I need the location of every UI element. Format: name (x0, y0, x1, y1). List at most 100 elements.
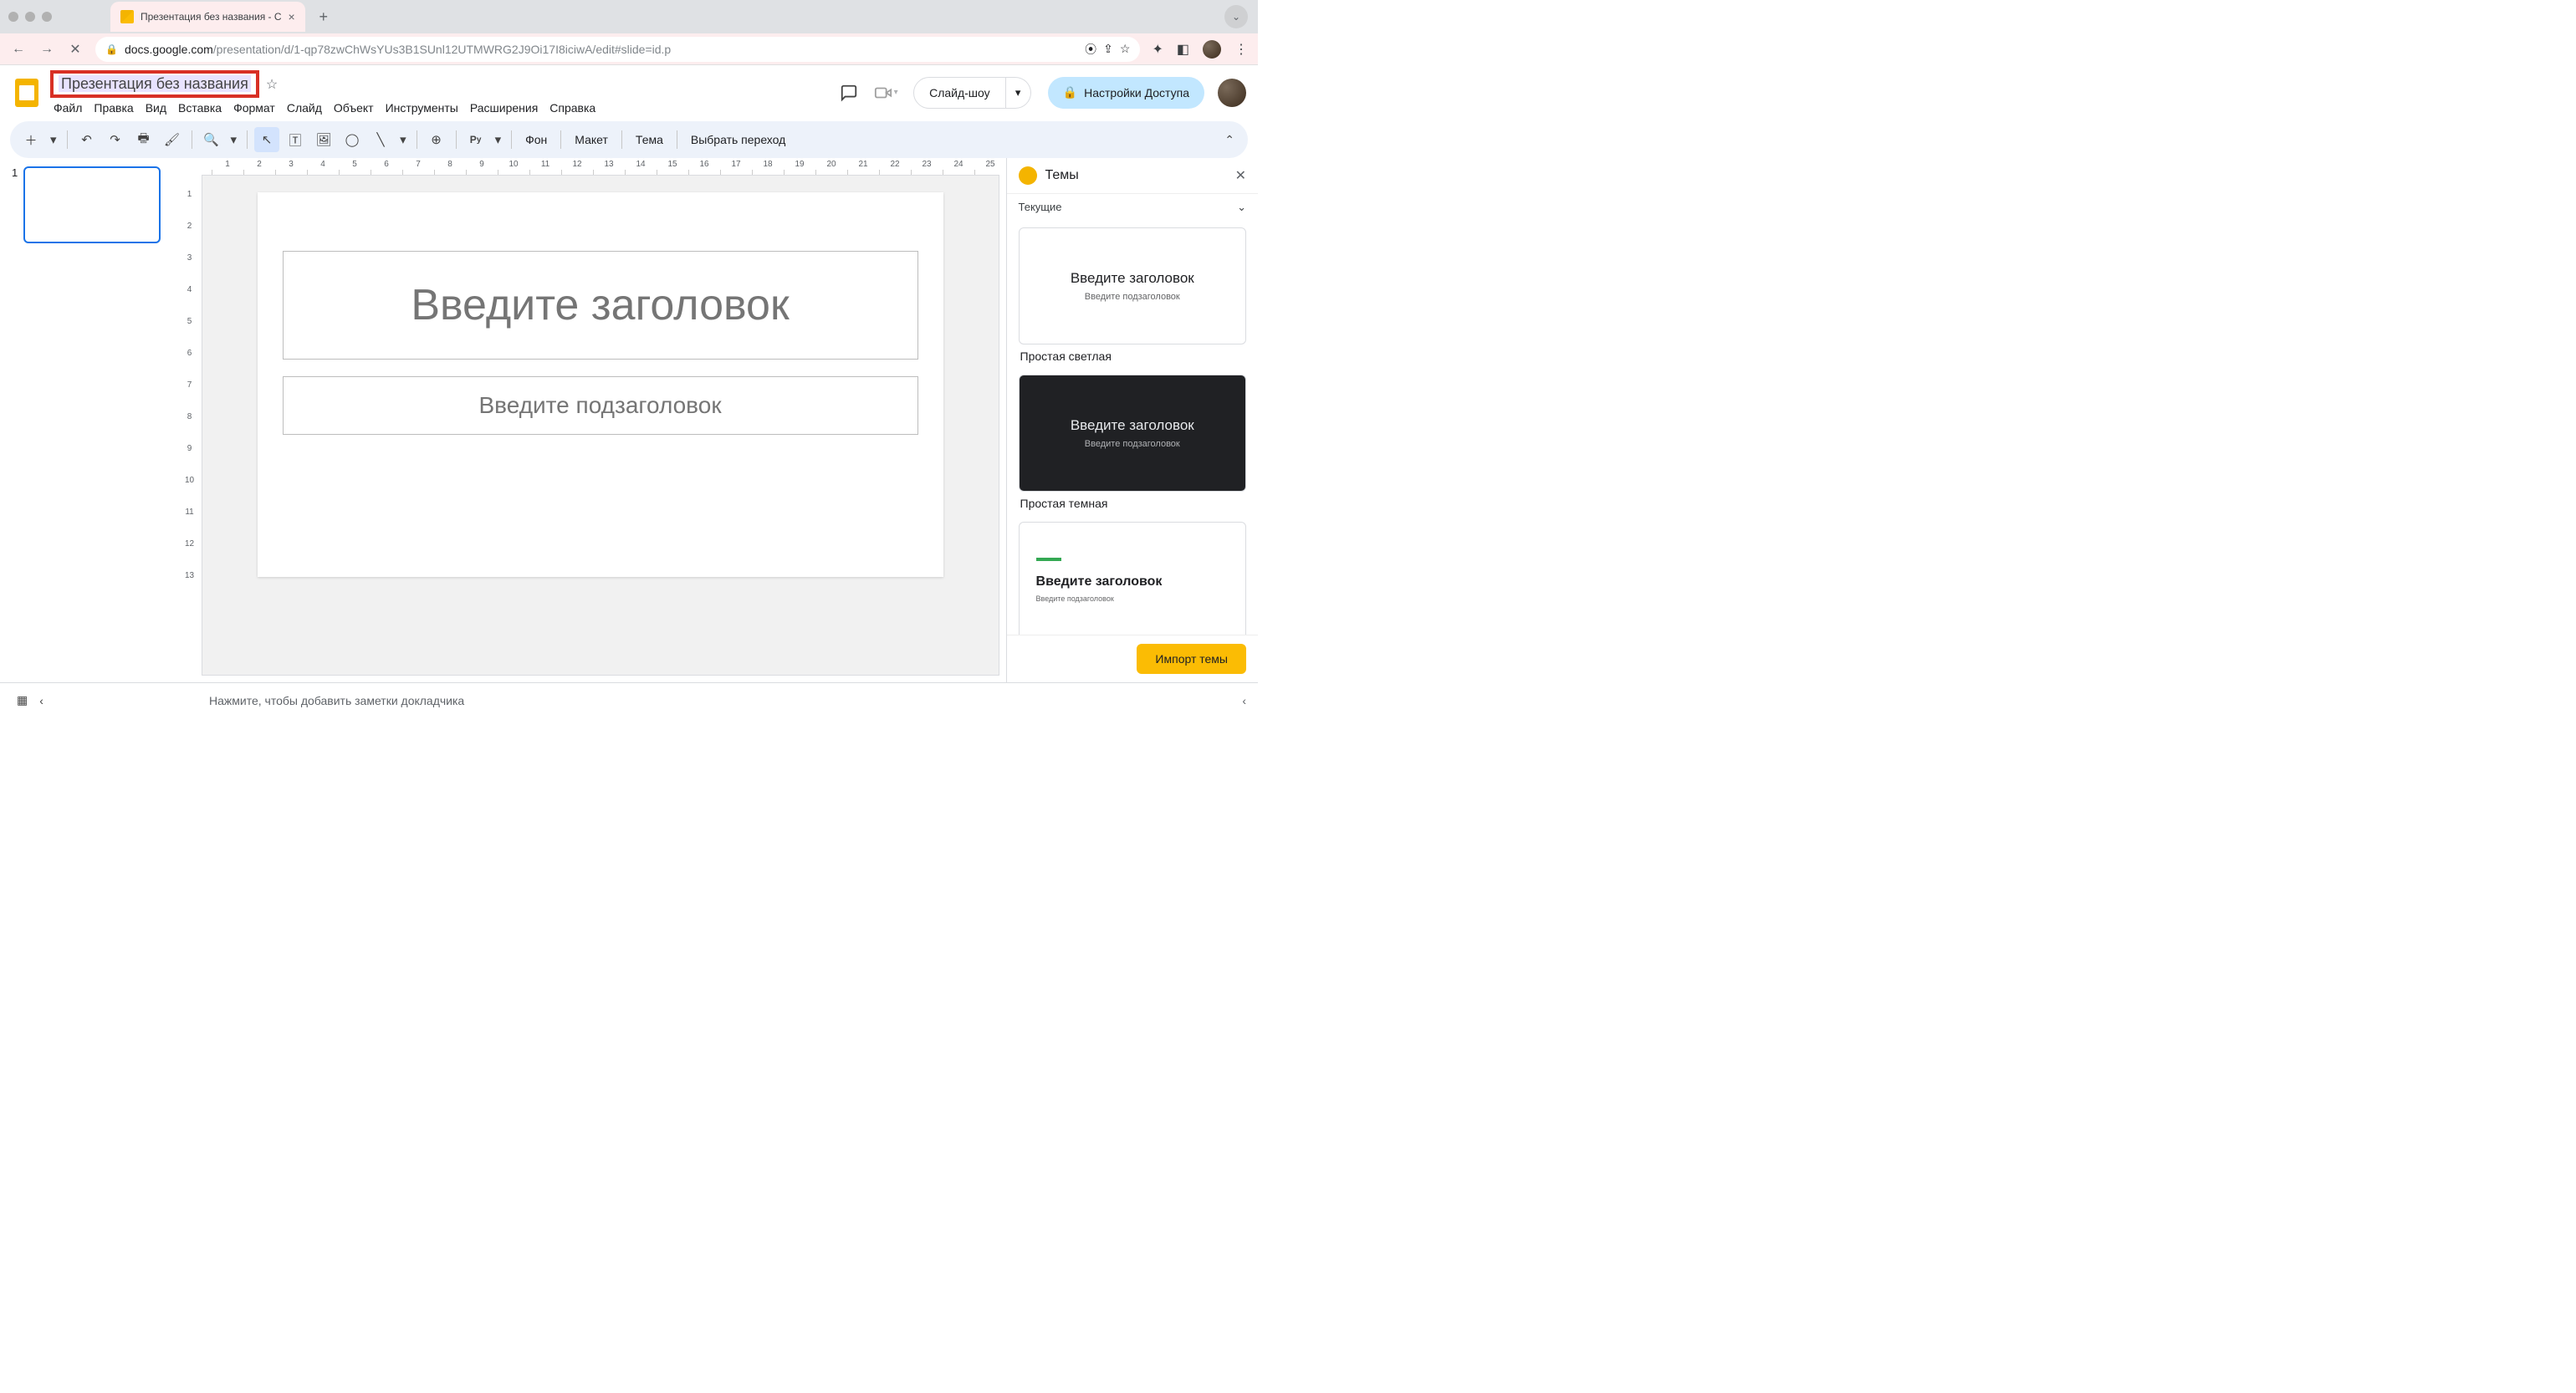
browser-menu-icon[interactable]: ⋮ (1234, 41, 1248, 58)
url-input[interactable]: 🔒 docs.google.com/presentation/d/1-qp78z… (95, 37, 1140, 62)
google-lens-icon[interactable]: ⦿ (1085, 41, 1096, 58)
menu-insert[interactable]: Вставка (178, 101, 222, 115)
comment-tool-button[interactable]: ⊕ (424, 127, 449, 152)
theme-card-title: Введите заголовок (1071, 270, 1194, 287)
new-slide-dropdown-icon[interactable]: ▾ (47, 127, 60, 152)
import-theme-button[interactable]: Импорт темы (1137, 644, 1246, 674)
line-tool-button[interactable]: ╲ (368, 127, 393, 152)
new-slide-button[interactable]: ＋ (18, 127, 43, 152)
subtitle-placeholder[interactable]: Введите подзаголовок (283, 376, 918, 435)
shape-tool-button[interactable]: ◯ (340, 127, 365, 152)
window-controls (8, 12, 52, 22)
menu-file[interactable]: Файл (54, 101, 82, 115)
doc-title-highlight: Презентация без названия (50, 70, 259, 98)
grid-view-icon[interactable]: ▦ (17, 693, 28, 707)
share-url-icon[interactable]: ⇪ (1103, 42, 1113, 56)
themes-current-section[interactable]: Текущие ⌄ (1007, 193, 1258, 221)
browser-tab-strip: Презентация без названия - С × + ⌄ (0, 0, 1258, 33)
tab-overflow-button[interactable]: ⌄ (1224, 5, 1248, 28)
window-minimize-icon[interactable] (25, 12, 35, 22)
image-tool-button[interactable]: 🖼 (311, 127, 336, 152)
speaker-notes-placeholder[interactable]: Нажмите, чтобы добавить заметки докладчи… (209, 694, 464, 707)
redo-button[interactable]: ↷ (103, 127, 128, 152)
sidepanel-icon[interactable]: ◧ (1177, 41, 1189, 58)
theme-card-title: Введите заголовок (1071, 417, 1194, 434)
tab-close-icon[interactable]: × (289, 10, 295, 23)
line-dropdown-icon[interactable]: ▾ (396, 127, 410, 152)
themes-list[interactable]: Введите заголовок Введите подзаголовок П… (1007, 221, 1258, 635)
menu-object[interactable]: Объект (334, 101, 374, 115)
speaker-notes-bar[interactable]: ▦ ‹ Нажмите, чтобы добавить заметки докл… (0, 682, 1258, 717)
nav-back-icon[interactable]: ← (10, 42, 27, 57)
window-maximize-icon[interactable] (42, 12, 52, 22)
slideshow-dropdown[interactable]: ▾ (1006, 77, 1031, 109)
menu-slide[interactable]: Слайд (287, 101, 322, 115)
theme-card-light[interactable]: Введите заголовок Введите подзаголовок (1019, 227, 1246, 344)
menu-help[interactable]: Справка (549, 101, 595, 115)
doc-title-input[interactable]: Презентация без названия (59, 75, 251, 92)
menu-format[interactable]: Формат (233, 101, 275, 115)
theme-card-title: Введите заголовок (1036, 574, 1163, 589)
theme-button[interactable]: Тема (629, 133, 670, 146)
zoom-dropdown-icon[interactable]: ▾ (227, 127, 241, 152)
slide-thumbnail-1[interactable] (23, 166, 161, 243)
close-panel-icon[interactable]: ✕ (1235, 167, 1246, 184)
main-area: 1 12345678910111213141516171819202122232… (0, 158, 1258, 682)
paint-format-button[interactable]: 🖌 (160, 127, 185, 152)
select-tool-button[interactable]: ↖ (254, 127, 279, 152)
textbox-tool-button[interactable]: 🅃 (283, 127, 308, 152)
profile-avatar-icon[interactable] (1203, 40, 1221, 59)
nav-forward-icon[interactable]: → (38, 42, 55, 57)
slideshow-button[interactable]: Слайд-шоу (913, 77, 1006, 109)
script-dropdown-icon[interactable]: ▾ (492, 127, 505, 152)
theme-card-dark[interactable]: Введите заголовок Введите подзаголовок (1019, 375, 1246, 492)
browser-address-bar: ← → ✕ 🔒 docs.google.com/presentation/d/1… (0, 33, 1258, 65)
account-avatar-icon[interactable] (1218, 79, 1246, 107)
chevron-down-icon: ⌄ (1237, 201, 1246, 214)
slide-canvas[interactable]: Введите заголовок Введите подзаголовок (258, 192, 943, 577)
nav-stop-icon[interactable]: ✕ (67, 41, 84, 58)
filmstrip: 1 (0, 158, 178, 682)
theme-label-dark: Простая темная (1020, 497, 1246, 510)
print-button[interactable]: 🖶 (131, 127, 156, 152)
layout-button[interactable]: Макет (568, 133, 615, 146)
collapse-toolbar-icon[interactable]: ⌃ (1224, 133, 1234, 147)
theme-card-subtitle: Введите подзаголовок (1085, 439, 1180, 449)
lock-share-icon: 🔒 (1063, 85, 1077, 100)
meet-icon[interactable]: ▾ (871, 79, 900, 107)
background-button[interactable]: Фон (519, 133, 554, 146)
palette-icon (1019, 166, 1037, 185)
zoom-button[interactable]: 🔍 (199, 127, 224, 152)
ruler-vertical: 12345678910111213 (178, 175, 202, 682)
prev-slide-icon[interactable]: ‹ (39, 694, 43, 707)
slides-logo-icon[interactable] (12, 78, 42, 108)
window-close-icon[interactable] (8, 12, 18, 22)
ruler-horizontal: 1234567891011121314151617181920212223242… (178, 158, 1006, 175)
accent-bar-icon (1036, 558, 1061, 561)
new-tab-button[interactable]: + (312, 5, 335, 28)
lock-icon: 🔒 (105, 43, 118, 55)
slide-stage[interactable]: Введите заголовок Введите подзаголовок (202, 175, 999, 676)
star-icon[interactable]: ☆ (266, 76, 278, 93)
theme-card-subtitle: Введите подзаголовок (1085, 292, 1180, 302)
browser-tab-active[interactable]: Презентация без названия - С × (110, 2, 305, 32)
slides-favicon-icon (120, 10, 134, 23)
title-placeholder[interactable]: Введите заголовок (283, 251, 918, 360)
themes-title: Темы (1045, 168, 1079, 183)
menu-view[interactable]: Вид (146, 101, 166, 115)
theme-card-accent[interactable]: Введите заголовок Введите подзаголовок (1019, 522, 1246, 635)
theme-card-subtitle: Введите подзаголовок (1036, 594, 1114, 603)
menu-extensions[interactable]: Расширения (470, 101, 538, 115)
undo-button[interactable]: ↶ (74, 127, 100, 152)
theme-label-light: Простая светлая (1020, 350, 1246, 363)
bookmark-icon[interactable]: ☆ (1120, 42, 1131, 56)
side-panel-toggle-icon[interactable]: ‹ (1242, 694, 1246, 707)
transition-button[interactable]: Выбрать переход (684, 133, 792, 146)
menu-edit[interactable]: Правка (94, 101, 133, 115)
comments-icon[interactable] (835, 79, 863, 107)
script-tool-button[interactable]: Py (463, 127, 488, 152)
menu-bar: Файл Правка Вид Вставка Формат Слайд Объ… (54, 101, 595, 115)
share-button[interactable]: 🔒 Настройки Доступа (1048, 77, 1204, 109)
extensions-icon[interactable]: ✦ (1152, 41, 1163, 58)
menu-tools[interactable]: Инструменты (386, 101, 458, 115)
